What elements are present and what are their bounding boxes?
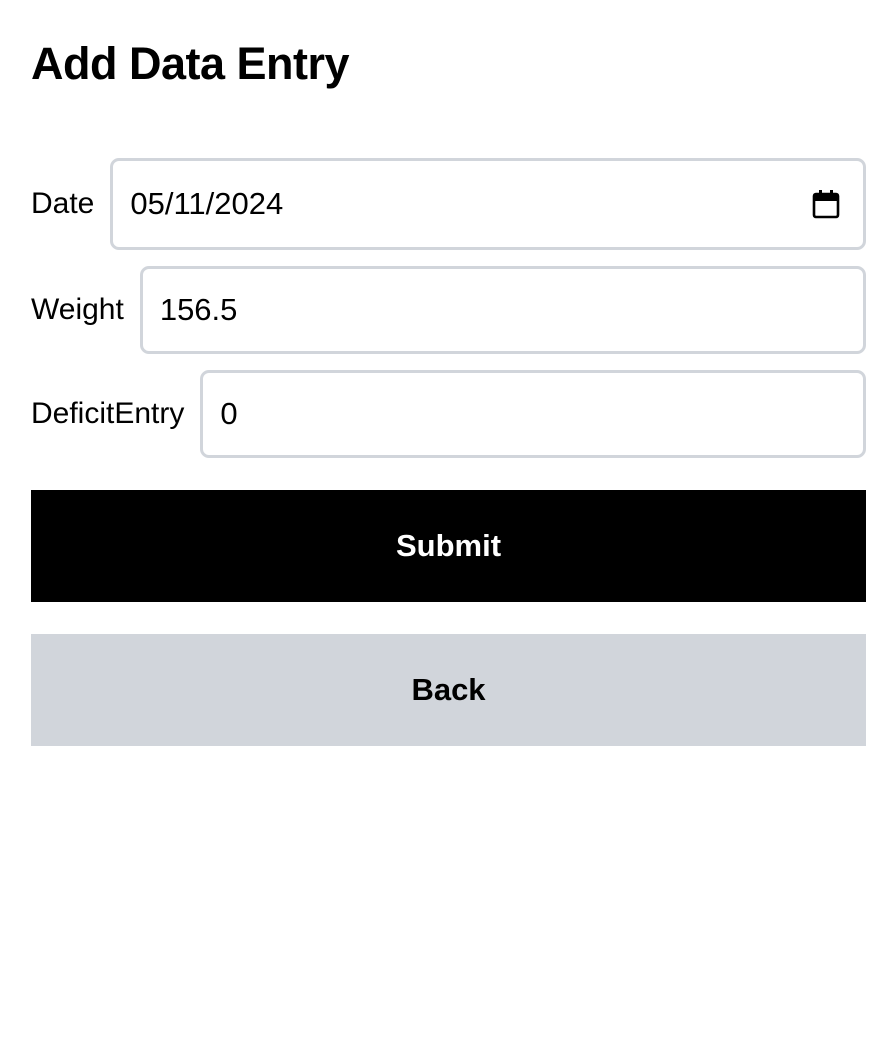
- weight-label: Weight: [31, 293, 124, 326]
- page-title: Add Data Entry: [31, 38, 350, 89]
- date-input[interactable]: 05/11/2024: [110, 158, 866, 250]
- back-button[interactable]: Back: [31, 634, 866, 746]
- date-field-row: Date 05/11/2024: [31, 158, 866, 250]
- weight-value: 156.5: [159, 292, 238, 327]
- weight-input[interactable]: 156.5: [139, 266, 866, 354]
- date-label: Date: [31, 187, 95, 220]
- deficit-value: 0: [220, 396, 238, 431]
- weight-field-row: Weight 156.5: [31, 266, 866, 354]
- deficit-input[interactable]: 0: [200, 370, 866, 458]
- deficit-label: DeficitEntry: [31, 397, 185, 430]
- calendar-icon[interactable]: [812, 189, 840, 219]
- deficit-field-row: DeficitEntry 0: [31, 370, 866, 458]
- submit-button[interactable]: Submit: [31, 490, 866, 602]
- date-value: 05/11/2024: [130, 186, 284, 221]
